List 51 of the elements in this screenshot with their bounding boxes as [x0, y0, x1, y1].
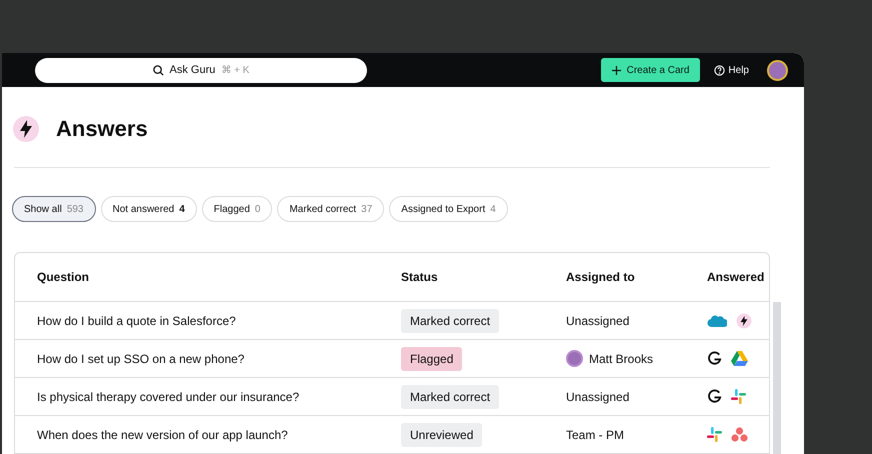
g-logo-icon — [707, 351, 722, 366]
filter-chip[interactable]: Flagged 0 — [202, 196, 272, 222]
page-title: Answers — [56, 116, 148, 142]
bolt-icon — [736, 312, 752, 328]
filter-chip[interactable]: Marked correct 37 — [277, 196, 384, 222]
question-cell-text: How do I set up SSO on a new phone? — [37, 352, 246, 366]
filter-label: Flagged — [214, 204, 250, 214]
hash-logo-icon — [707, 427, 722, 442]
search-icon — [152, 64, 164, 76]
triangle-logo-icon — [731, 351, 748, 366]
filter-count: 4 — [490, 204, 496, 214]
filter-label: Show all — [24, 204, 62, 214]
assignee-name: Unassigned — [566, 314, 630, 328]
help-button[interactable]: Help — [714, 64, 749, 76]
scrollbar[interactable] — [773, 302, 781, 454]
bolt-icon — [12, 115, 40, 143]
assignee-name: Matt Brooks — [589, 352, 654, 366]
filter-count: 593 — [66, 204, 84, 214]
hash-logo-icon — [731, 389, 746, 404]
assignee-name: Unassigned — [566, 390, 630, 404]
filter-chip[interactable]: Assigned to Export 4 — [389, 196, 508, 222]
create-card-button[interactable]: Create a Card — [600, 58, 700, 82]
status-tag: Marked correct — [401, 308, 500, 332]
filter-chip[interactable]: Not answered 4 — [100, 196, 197, 222]
cloud-icon — [707, 314, 727, 328]
three-dots-icon — [731, 427, 748, 442]
assignee-name: Team - PM — [566, 428, 624, 442]
column-header: Answered — [707, 270, 766, 284]
filter-label: Not answered — [112, 204, 174, 214]
filter-label: Marked correct — [289, 204, 356, 214]
status-tag: Flagged — [401, 346, 462, 370]
column-header: Assigned to — [566, 270, 636, 284]
help-icon — [714, 64, 726, 76]
search-placeholder: Ask Guru — [170, 64, 216, 76]
question-cell-text: When does the new version of our app launch? — [37, 428, 289, 442]
filter-chip[interactable]: Show all 593 — [12, 196, 96, 222]
question-cell-text: How do I build a quote in Salesforce? — [37, 314, 237, 328]
filter-count: 4 — [179, 204, 185, 214]
user-avatar[interactable] — [767, 60, 788, 80]
plus-icon — [612, 66, 621, 74]
status-tag: Unreviewed — [401, 422, 482, 446]
filter-label: Assigned to Export — [401, 204, 486, 214]
column-header: Question — [37, 270, 90, 284]
shortcut-hint: ⌘ + K — [221, 64, 250, 76]
question-cell-text: Is physical therapy covered under our insurance? — [37, 390, 300, 404]
search-field[interactable]: Ask Guru ⌘ + K — [35, 58, 367, 82]
g-logo-icon — [707, 389, 722, 404]
status-tag: Marked correct — [401, 384, 500, 408]
filter-count: 37 — [361, 204, 372, 214]
filter-count: 0 — [254, 204, 260, 214]
column-header: Status — [401, 270, 439, 284]
